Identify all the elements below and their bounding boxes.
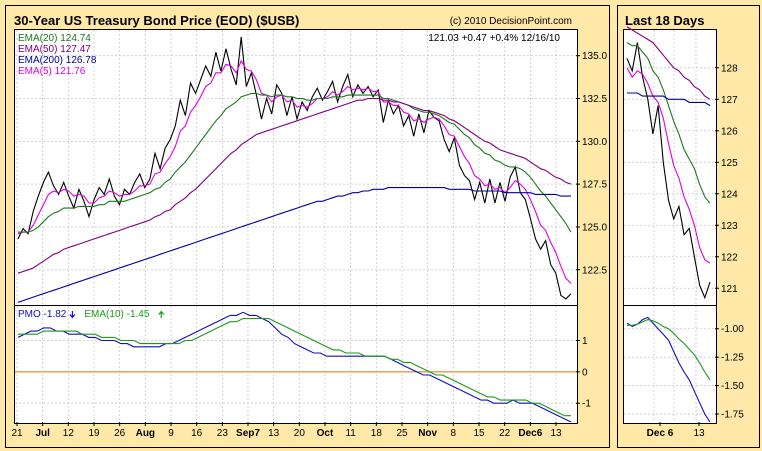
x-tick-label: 18 (371, 428, 383, 439)
y-tick-label: 135.0 (582, 51, 607, 62)
x-tick-label: 19 (88, 428, 100, 439)
y-tick-label: -1.75 (721, 410, 744, 421)
x-tick-label: 22 (499, 428, 511, 439)
x-tick-label: 13 (550, 428, 562, 439)
pmo-legend-entry: EMA(10) -1.45 (84, 309, 149, 320)
arrow-up-icon (158, 310, 165, 318)
series-line-ema-10 (18, 317, 571, 417)
series-line-pmo (17, 311, 572, 423)
x-tick-label: 25 (396, 428, 408, 439)
x-tick-label: 16 (191, 428, 203, 439)
arrow-down-icon (69, 311, 76, 319)
x-tick-label: 11 (345, 428, 356, 439)
side-x-tick-label: 13 (693, 428, 705, 439)
series-line-ema-20 (626, 42, 711, 204)
series-line-price (17, 36, 572, 300)
series-line-ema-20 (18, 92, 572, 233)
x-tick-label: Jul (35, 428, 50, 439)
x-tick-label: Dec6 (518, 428, 542, 439)
x-tick-label: 15 (473, 428, 485, 439)
x-tick-label: 23 (217, 428, 229, 439)
y-tick-label: 125 (721, 158, 738, 169)
x-tick-label: 12 (63, 428, 75, 439)
y-tick-label: 122.5 (582, 265, 607, 276)
y-tick-label: 127.5 (582, 180, 607, 191)
y-tick-label: 122 (721, 252, 738, 263)
y-tick-label: 124 (721, 189, 738, 200)
y-tick-label: 121 (721, 284, 738, 295)
y-tick-label: 123 (721, 221, 738, 232)
series-line-price (626, 42, 711, 300)
y-tick-label: 128 (721, 63, 738, 74)
y-tick-label: -1.50 (721, 381, 744, 392)
legend-entry: EMA(200) 126.78 (18, 55, 97, 66)
quote-text: 121.03 +0.47 +0.4% 12/16/10 (428, 33, 560, 44)
y-tick-label: 130.0 (582, 137, 607, 148)
x-tick-label: Aug (136, 428, 155, 439)
series-line-ema-5 (626, 67, 711, 264)
x-tick-label: 13 (268, 428, 280, 439)
y-tick-label: 0 (582, 367, 588, 378)
x-tick-label: 21 (11, 428, 23, 439)
y-tick-label: 125.0 (582, 222, 607, 233)
y-tick-label: -1 (582, 399, 591, 410)
x-tick-label: 26 (114, 428, 126, 439)
y-tick-label: -1.00 (721, 324, 744, 335)
x-tick-label: 20 (294, 428, 306, 439)
x-tick-label: Oct (317, 428, 334, 439)
y-tick-label: 1 (582, 336, 588, 347)
x-tick-label: 8 (451, 428, 457, 439)
legend-entry: EMA(5) 121.76 (18, 66, 86, 77)
series-line-ema-5 (17, 59, 572, 284)
y-tick-label: 127 (721, 95, 738, 106)
y-tick-label: 126 (721, 126, 738, 137)
legend-entry: EMA(20) 124.74 (18, 33, 91, 44)
x-tick-label: Nov (418, 428, 437, 439)
pmo-legend-entry: PMO -1.82 (18, 309, 67, 320)
side-x-tick-label: Dec 6 (647, 428, 674, 439)
x-tick-label: 9 (168, 428, 174, 439)
legend-entry: EMA(50) 127.47 (18, 44, 91, 55)
series-line-ema-50 (626, 26, 711, 100)
y-tick-label: -1.25 (721, 353, 744, 364)
x-tick-label: Sep7 (236, 428, 260, 439)
chart-canvas: 122.5125.0127.5130.0132.5135.0-10121 Jul 1… (11, 26, 744, 439)
y-tick-label: 132.5 (582, 94, 607, 105)
series-line-pmo (626, 316, 711, 423)
